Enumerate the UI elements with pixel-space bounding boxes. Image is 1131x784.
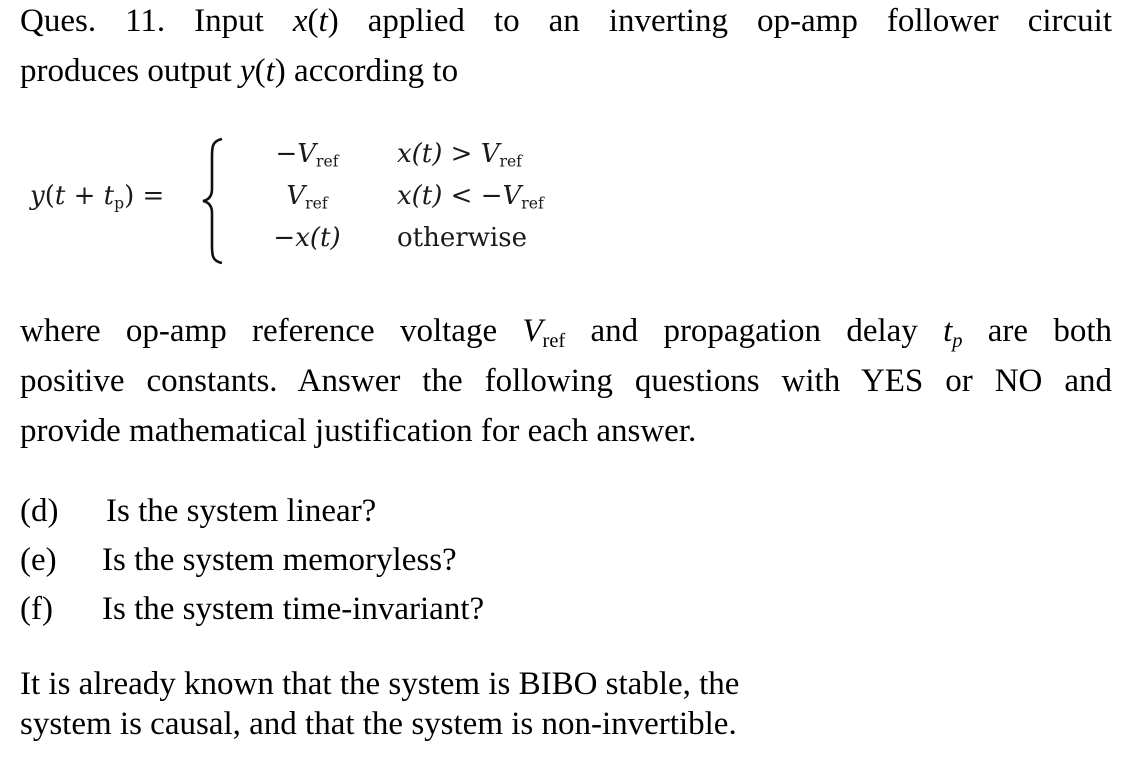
desc-a: where op-amp reference voltage (20, 313, 523, 349)
case-condition-sub: ref (499, 152, 522, 171)
intro-suffix: applied to an inverting op-amp follower … (338, 3, 1112, 39)
case-value-main: −V (275, 139, 317, 169)
intro2-suffix: according to (285, 53, 459, 89)
case-value-main: V (286, 181, 306, 211)
intro-prefix: Ques. 11. Input (20, 3, 293, 39)
case-condition: x(t) < −Vref (397, 181, 544, 211)
case-value: −Vref (252, 139, 362, 169)
question-intro: Ques. 11. Input x(t) applied to an inver… (20, 0, 1112, 96)
description: where op-amp reference voltage Vref and … (20, 306, 1112, 456)
intro-line-2: produces output y(t) according to (20, 53, 458, 89)
case-condition-main: otherwise (397, 223, 527, 253)
equation-lhs: y(t + tp) = (30, 181, 164, 211)
sub-question-text: Is the system linear? (106, 493, 377, 529)
case-value-main: −x(t) (273, 223, 341, 253)
lhs-tp: t (103, 181, 115, 211)
intro-line-1: Ques. 11. Input x(t) applied to an inver… (20, 0, 1112, 46)
description-line-1: where op-amp reference voltage Vref and … (20, 306, 1112, 356)
piecewise-equation: y(t + tp) = −Vref x(t) > Vref Vref x(t) … (30, 133, 630, 268)
output-variable: y (239, 53, 255, 89)
sub-question-text: Is the system time-invariant? (102, 591, 485, 627)
left-brace-icon (202, 137, 223, 265)
input-arg: (t) (307, 3, 339, 39)
case-value-sub: ref (305, 194, 328, 213)
lhs-tp-sub: p (114, 194, 125, 213)
case-value: −x(t) (252, 223, 362, 253)
case-condition: x(t) > Vref (397, 139, 522, 169)
case-condition: otherwise (397, 223, 527, 253)
vref-sub: ref (542, 330, 566, 353)
lhs-func: y (30, 181, 45, 211)
case-condition-sub: ref (521, 194, 544, 213)
lhs-close: ) (124, 181, 135, 211)
case-condition-main: x(t) < −V (397, 181, 522, 211)
note-line-2: system is causal, and that the system is… (20, 706, 737, 742)
note-line-1: It is already known that the system is B… (20, 666, 740, 702)
desc-b: and propagation delay (565, 313, 944, 349)
output-arg: (t) (254, 53, 286, 89)
vref-symbol: V (522, 313, 543, 349)
tp-sub: p (952, 330, 963, 353)
lhs-open: ( (44, 181, 55, 211)
lhs-plus: + (65, 181, 104, 211)
desc-c: are both (962, 313, 1112, 349)
sub-question-text: Is the system memoryless? (102, 542, 457, 578)
sub-question-label: (f) (20, 591, 53, 627)
case-value-sub: ref (316, 152, 339, 171)
case-value: Vref (252, 181, 362, 211)
description-line-3: provide mathematical justification for e… (20, 413, 697, 449)
case-condition-main: x(t) > V (397, 139, 500, 169)
lhs-t: t (54, 181, 66, 211)
sub-question-label: (d) (20, 493, 59, 529)
intro2-prefix: produces output (20, 53, 240, 89)
tp-symbol: t (943, 313, 953, 349)
description-line-2: positive constants. Answer the following… (20, 363, 1112, 399)
input-variable: x (292, 3, 308, 39)
sub-question-label: (e) (20, 542, 57, 578)
known-properties-note: It is already known that the system is B… (20, 664, 820, 744)
lhs-equals: = (134, 181, 165, 211)
